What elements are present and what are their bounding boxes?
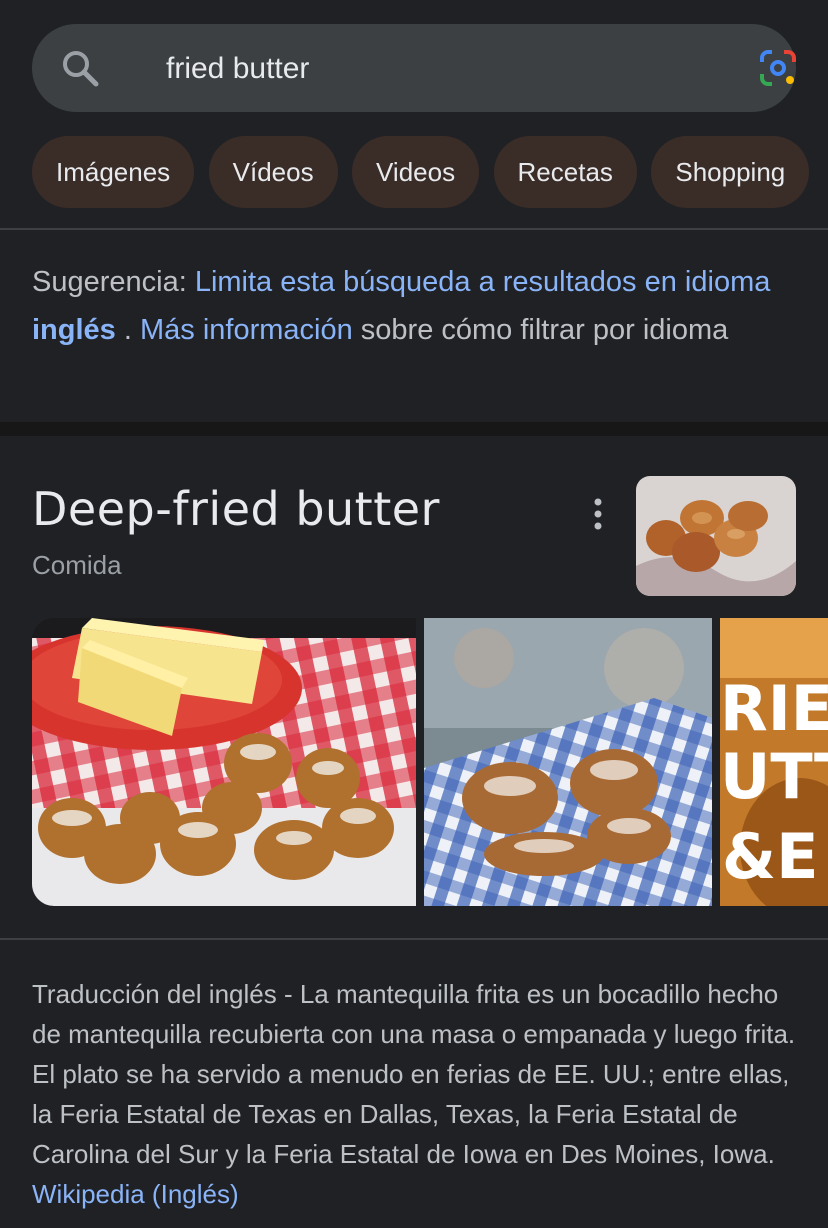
search-query[interactable]: fried butter [166,52,309,86]
gallery-image-1[interactable] [32,618,416,906]
search-icon[interactable] [60,48,100,88]
suggestion-suffix: sobre cómo filtrar por idioma [352,314,729,346]
section-separator [0,422,828,436]
divider [0,228,828,230]
knowledge-panel-subtitle: Comida [32,550,122,580]
gallery-image-3[interactable]: RIE UTT &E [720,618,828,906]
chip-shopping[interactable]: Shopping [651,136,810,208]
chip-videos-1[interactable]: Vídeos [208,136,338,208]
divider [0,938,828,940]
suggestion-prefix: Sugerencia: [32,266,195,298]
svg-text:&E: &E [722,820,818,893]
svg-text:UTT: UTT [720,740,828,813]
description-text: Traducción del inglés - La mantequilla f… [32,979,796,1169]
language-name[interactable]: inglés [32,314,116,346]
wikipedia-link[interactable]: Wikipedia (Inglés) [32,1179,239,1209]
chip-imagenes[interactable]: Imágenes [32,136,195,208]
chip-videos-2[interactable]: Videos [352,136,480,208]
gallery-overlay-text: RIE [720,672,828,745]
knowledge-panel-description: Traducción del inglés - La mantequilla f… [32,974,802,1214]
chip-recetas[interactable]: Recetas [493,136,637,208]
filter-chips: Imágenes Vídeos Videos Recetas Shopping [32,136,828,208]
google-lens-icon[interactable] [758,48,798,88]
more-info-link[interactable]: Más información [140,314,353,346]
image-gallery: RIE UTT &E [32,618,828,906]
language-suggestion: Sugerencia: Limita esta búsqueda a resul… [32,258,792,354]
knowledge-panel-title[interactable]: Deep-fried butter [32,482,440,536]
knowledge-panel-thumbnail[interactable] [636,476,796,596]
gallery-image-2[interactable] [424,618,712,906]
suggestion-separator: . [115,314,140,346]
more-vert-icon[interactable] [586,496,610,532]
limit-language-link-text[interactable]: Limita esta búsqueda a resultados en idi… [195,266,771,298]
search-bar[interactable]: fried butter [32,24,796,112]
